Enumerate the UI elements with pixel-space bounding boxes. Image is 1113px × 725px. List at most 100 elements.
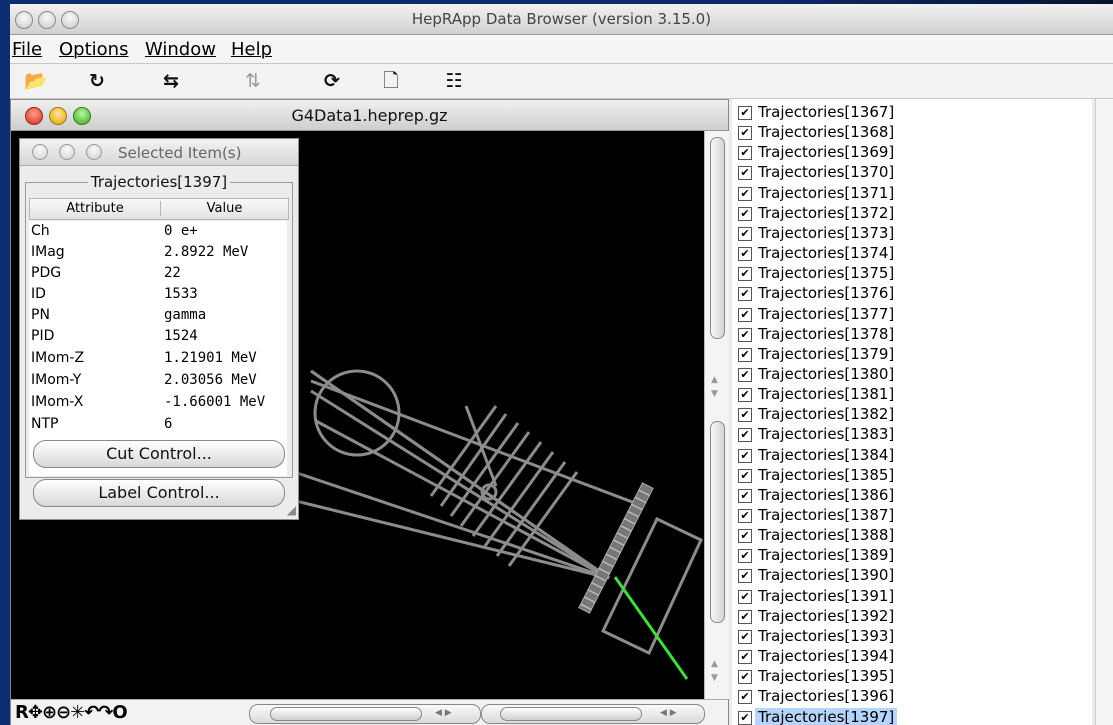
list-item-label: Trajectories[1387] xyxy=(758,506,895,524)
cut-control-button[interactable]: Cut Control... xyxy=(33,440,285,468)
checkbox[interactable]: ✔ xyxy=(738,468,752,483)
selected-items-titlebar[interactable]: Selected Item(s) xyxy=(20,139,298,166)
checkbox[interactable]: ✔ xyxy=(738,166,752,181)
spin-icon[interactable]: ⟳ xyxy=(317,68,347,94)
scroll-down-arrow-icon[interactable]: ▼ xyxy=(711,389,718,399)
attribute-cell: IMag xyxy=(31,244,65,260)
table-row[interactable]: PID 1524 xyxy=(29,326,287,347)
scroll-down-arrow-icon-2[interactable]: ▼ xyxy=(711,673,718,683)
menu-help[interactable]: Help xyxy=(231,39,272,60)
menu-options[interactable]: Options xyxy=(59,39,128,60)
new-document-icon[interactable]: 🗋 xyxy=(379,68,403,94)
scroll-up-arrow-icon-2[interactable]: ▲ xyxy=(711,659,718,669)
scroll-thumb-upper[interactable] xyxy=(710,137,725,339)
checkbox[interactable]: ✔ xyxy=(738,146,752,161)
checkbox[interactable]: ✔ xyxy=(738,408,752,423)
value-cell: 0 e+ xyxy=(164,223,198,239)
checkbox[interactable]: ✔ xyxy=(738,629,752,644)
rotate-icon[interactable]: ↻ xyxy=(85,68,109,94)
detector-plane xyxy=(459,431,531,527)
list-item-label: Trajectories[1370] xyxy=(758,163,895,182)
horizontal-scroll-arrows-icon-2[interactable]: ◀ ▶ xyxy=(660,708,677,718)
horizontal-arrows-icon[interactable]: ⇆ xyxy=(149,68,193,94)
value-cell: 1.21901 MeV xyxy=(164,350,257,366)
horizontal-scroll-arrows-icon[interactable]: ◀ ▶ xyxy=(435,708,452,718)
checkbox[interactable]: ✔ xyxy=(738,609,752,624)
table-row[interactable]: IMom-Y 2.03056 MeV xyxy=(29,370,287,391)
list-item-label: Trajectories[1390] xyxy=(758,566,895,585)
column-header-value[interactable]: Value xyxy=(161,201,288,216)
panel-minimize-button[interactable] xyxy=(59,144,75,160)
list-item-label: Trajectories[1372] xyxy=(758,203,895,222)
horizontal-scrollbar-left[interactable]: ◀ ▶ xyxy=(249,704,481,724)
checkbox[interactable]: ✔ xyxy=(738,670,752,685)
value-cell: -1.66001 MeV xyxy=(164,394,266,410)
checkbox[interactable]: ✔ xyxy=(738,690,752,705)
panel-zoom-button[interactable] xyxy=(86,144,102,160)
scroll-thumb-lower[interactable] xyxy=(710,421,725,623)
checkbox[interactable]: ✔ xyxy=(738,267,752,282)
checkbox[interactable]: ✔ xyxy=(738,287,752,302)
checkbox[interactable]: ✔ xyxy=(738,428,752,443)
horizontal-scroll-thumb[interactable] xyxy=(270,707,422,721)
checkbox[interactable]: ✔ xyxy=(738,509,752,523)
checkbox[interactable]: ✔ xyxy=(738,589,752,604)
table-row[interactable]: PDG 22 xyxy=(29,263,287,284)
checkbox[interactable]: ✔ xyxy=(738,327,752,342)
list-item-label: Trajectories[1367] xyxy=(758,103,895,121)
checkbox[interactable]: ✔ xyxy=(738,367,752,382)
label-control-button[interactable]: Label Control... xyxy=(33,479,285,507)
open-folder-icon[interactable]: 📂 xyxy=(24,68,48,94)
panel-close-button[interactable] xyxy=(32,144,48,160)
checkbox[interactable]: ✔ xyxy=(738,549,752,564)
checkbox[interactable]: ✔ xyxy=(738,226,752,241)
horizontal-scrollbar-right[interactable]: ◀ ▶ xyxy=(481,704,705,724)
viewer-titlebar[interactable]: G4Data1.heprep.gz xyxy=(11,100,728,131)
checkbox[interactable]: ✔ xyxy=(738,247,752,262)
list-item-label: Trajectories[1386] xyxy=(758,485,895,504)
canvas-tools[interactable]: R✥⊕⊖✳↶↷O xyxy=(15,702,128,723)
table-row[interactable]: IMag 2.8922 MeV xyxy=(29,242,287,263)
table-row[interactable]: PN gamma xyxy=(29,305,287,326)
checkbox[interactable]: ✔ xyxy=(738,126,752,141)
menu-window[interactable]: Window xyxy=(145,39,216,60)
resize-grip-icon[interactable]: ◢ xyxy=(287,503,296,517)
main-titlebar[interactable]: HepRApp Data Browser (version 3.15.0) xyxy=(10,4,1113,35)
value-cell: 1533 xyxy=(164,286,198,302)
list-item-label: Trajectories[1376] xyxy=(758,284,895,303)
checkbox[interactable]: ✔ xyxy=(738,569,752,584)
attribute-cell: IMom-Y xyxy=(31,372,82,388)
value-cell: 2.8922 MeV xyxy=(164,244,249,260)
checkbox[interactable]: ✔ xyxy=(738,448,752,463)
table-row[interactable]: ID 1533 xyxy=(29,284,287,305)
checkbox[interactable]: ✔ xyxy=(738,488,752,503)
viewer-title: G4Data1.heprep.gz xyxy=(291,106,448,125)
checkbox[interactable]: ✔ xyxy=(738,206,752,221)
menu-file[interactable]: File xyxy=(12,39,42,60)
table-row[interactable]: IMom-X -1.66001 MeV xyxy=(29,392,287,413)
checkbox[interactable]: ✔ xyxy=(738,529,752,544)
checkbox[interactable]: ✔ xyxy=(738,106,752,120)
column-header-attribute[interactable]: Attribute xyxy=(30,201,161,216)
value-cell: 22 xyxy=(164,265,181,281)
main-window: HepRApp Data Browser (version 3.15.0) Fi… xyxy=(10,4,1113,725)
table-row[interactable]: NTP 6 xyxy=(29,414,287,435)
viewer-vertical-scrollbar[interactable]: ▲ ▼ ▲ ▼ xyxy=(704,131,729,699)
checkbox[interactable]: ✔ xyxy=(738,307,752,322)
list-item-label: Trajectories[1384] xyxy=(758,445,895,464)
checkbox[interactable]: ✔ xyxy=(738,710,752,725)
list-item-label: Trajectories[1371] xyxy=(758,183,895,202)
horizontal-scroll-thumb-2[interactable] xyxy=(500,707,642,721)
tree-icon[interactable]: ☷ xyxy=(442,68,466,94)
table-row[interactable]: Ch 0 e+ xyxy=(29,221,287,242)
list-vertical-scrollbar[interactable] xyxy=(1095,99,1113,725)
checkbox[interactable]: ✔ xyxy=(738,347,752,362)
checkbox[interactable]: ✔ xyxy=(738,650,752,665)
attribute-cell: PDG xyxy=(31,265,62,281)
scroll-up-arrow-icon[interactable]: ▲ xyxy=(711,375,718,385)
checkbox[interactable]: ✔ xyxy=(738,388,752,403)
vertical-arrows-icon[interactable]: ⇅ xyxy=(231,68,275,94)
table-row[interactable]: IMom-Z 1.21901 MeV xyxy=(29,348,287,369)
checkbox[interactable]: ✔ xyxy=(738,186,752,201)
list-item-label: Trajectories[1385] xyxy=(758,465,895,484)
